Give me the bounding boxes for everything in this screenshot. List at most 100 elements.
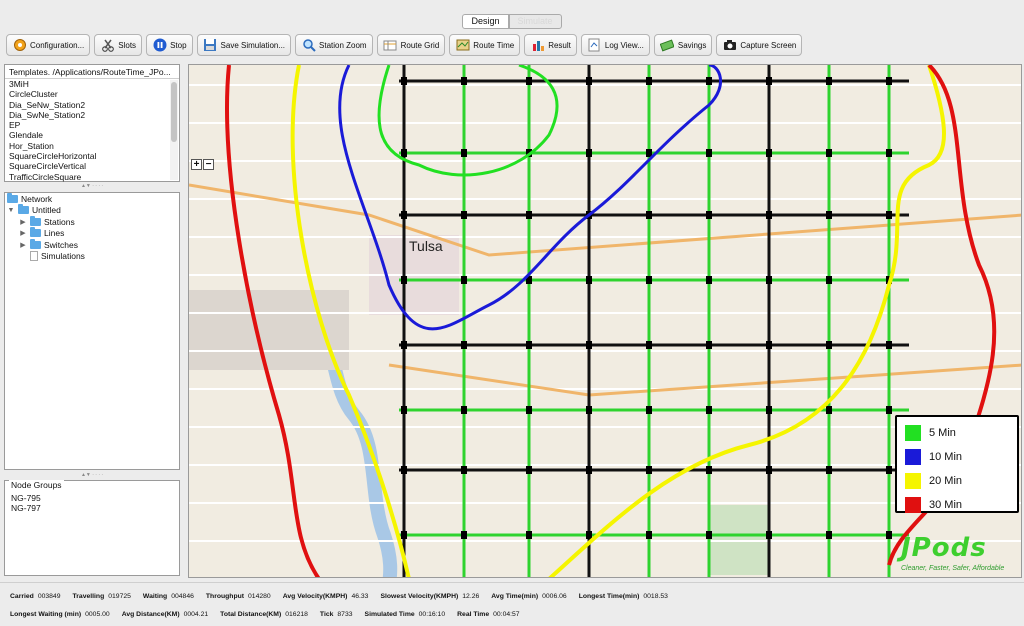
node-groups-list: NG-795 NG-797 (11, 493, 41, 513)
metric-label: Real Time (457, 611, 490, 618)
log-icon (587, 38, 602, 53)
split-divider[interactable]: ▲▼ · · · · (4, 183, 180, 189)
metric-label: Slowest Velocity(KMPH) (380, 593, 459, 600)
station-node (646, 531, 652, 539)
network-tree: Network ▼ Untitled ▶ Stations ▶ Lines ▶ … (4, 192, 180, 470)
station-zoom-button[interactable]: Station Zoom (295, 34, 373, 56)
tree-node-switches[interactable]: ▶ Switches (5, 238, 179, 251)
template-item[interactable]: CircleCluster (9, 89, 179, 99)
node-group-item[interactable]: NG-795 (11, 493, 41, 503)
status-metric: Avg Velocity(KMPH) 46.33 (283, 593, 369, 600)
metric-value: 00:16:10 (418, 611, 446, 618)
station-node (886, 531, 892, 539)
metric-label: Simulated Time (364, 611, 415, 618)
station-node (646, 341, 652, 349)
metric-value: 00:04:57 (493, 611, 520, 618)
template-item[interactable]: SquareCircleHorizontal (9, 151, 179, 161)
station-node (461, 77, 467, 85)
template-item[interactable]: Dia_SwNe_Station2 (9, 110, 179, 120)
route-map[interactable]: Tulsa + − 5 Min 10 Min 20 Min 30 Min JPods … (188, 64, 1022, 578)
station-node (706, 531, 712, 539)
metric-value: 0006.06 (542, 593, 567, 600)
collapsed-triangle-icon[interactable]: ▶ (19, 241, 27, 249)
station-node (461, 341, 467, 349)
template-item[interactable]: Glendale (9, 130, 179, 140)
node-groups-panel: Node Groups NG-795 NG-797 (4, 480, 180, 576)
split-divider[interactable]: ▲▼ · · · · (4, 472, 180, 478)
station-node (886, 149, 892, 157)
folder-icon (7, 192, 18, 203)
tab-design[interactable]: Design (462, 14, 509, 29)
template-item[interactable]: EP (9, 120, 179, 130)
templates-header: Templates. /Applications/RouteTime_JPo..… (5, 65, 179, 79)
station-node (526, 77, 532, 85)
station-node (646, 276, 652, 284)
metric-label: Carried (10, 593, 34, 600)
zoom-out-button[interactable]: − (203, 159, 214, 170)
station-node (401, 406, 407, 414)
log-view-button[interactable]: Log View... (580, 34, 650, 56)
tree-node-simulations[interactable]: Simulations (5, 251, 179, 263)
status-metric: Real Time 00:04:57 (457, 611, 519, 618)
save-simulation-button[interactable]: Save Simulation... (196, 34, 292, 56)
money-icon (660, 38, 675, 53)
mode-tabs: Design Simulate (0, 14, 1024, 30)
tree-node-network[interactable]: Network (5, 192, 179, 205)
camera-icon (722, 38, 737, 53)
collapsed-triangle-icon[interactable]: ▶ (19, 218, 27, 226)
route-grid-button[interactable]: Route Grid (376, 34, 446, 56)
savings-button[interactable]: Savings (653, 34, 713, 56)
template-item[interactable]: Dia_SeNw_Station2 (9, 100, 179, 110)
scrollbar-thumb[interactable] (171, 82, 177, 142)
station-node (766, 466, 772, 474)
tab-simulate[interactable]: Simulate (508, 14, 562, 29)
station-node (766, 149, 772, 157)
station-node (706, 149, 712, 157)
station-node (766, 276, 772, 284)
node-groups-title: Node Groups (9, 480, 64, 490)
station-node (401, 466, 407, 474)
station-node (766, 531, 772, 539)
metric-value: 46.33 (351, 593, 369, 600)
station-node (526, 341, 532, 349)
legend-entry: 5 Min (905, 425, 956, 441)
configuration-button[interactable]: Configuration... (6, 34, 91, 56)
station-node (526, 406, 532, 414)
route-time-button[interactable]: Route Time (449, 34, 521, 56)
station-node (706, 466, 712, 474)
map-icon (455, 38, 470, 53)
station-node (401, 149, 407, 157)
legend-entry: 20 Min (905, 473, 962, 489)
metric-label: Avg Distance(KM) (121, 611, 180, 618)
status-metric: Total Distance(KM) 016218 (220, 611, 308, 618)
template-item[interactable]: Hor_Station (9, 141, 179, 151)
template-item[interactable]: SquareCircleVertical (9, 161, 179, 171)
tree-node-stations[interactable]: ▶ Stations (5, 215, 179, 228)
station-node (826, 466, 832, 474)
zoom-in-button[interactable]: + (191, 159, 202, 170)
slots-button[interactable]: Slots (94, 34, 143, 56)
tree-label: Network (21, 193, 53, 204)
jpods-tagline: Cleaner, Faster, Safer, Affordable (901, 565, 1005, 572)
station-node (706, 211, 712, 219)
collapsed-triangle-icon[interactable]: ▶ (19, 229, 27, 237)
template-item[interactable]: 3MiH (9, 79, 179, 89)
station-node (646, 149, 652, 157)
legend-entry: 30 Min (905, 497, 962, 513)
status-metric: Carried 003849 (10, 593, 61, 600)
stop-button[interactable]: Stop (146, 34, 193, 56)
button-label: Station Zoom (319, 40, 367, 50)
tree-node-lines[interactable]: ▶ Lines (5, 227, 179, 240)
node-group-item[interactable]: NG-797 (11, 503, 41, 513)
tree-label: Switches (44, 239, 79, 250)
expanded-triangle-icon[interactable]: ▼ (7, 207, 15, 214)
capture-screen-button[interactable]: Capture Screen (716, 34, 803, 56)
legend-swatch (905, 449, 921, 465)
tree-node-project[interactable]: ▼ Untitled (5, 204, 179, 217)
station-node (401, 211, 407, 219)
result-button[interactable]: Result (524, 34, 577, 56)
metric-value: 0004.21 (183, 611, 209, 618)
chart-icon (530, 38, 545, 53)
template-item[interactable]: TrafficCircleSquare (9, 172, 179, 182)
templates-scrollbar[interactable] (170, 80, 178, 180)
